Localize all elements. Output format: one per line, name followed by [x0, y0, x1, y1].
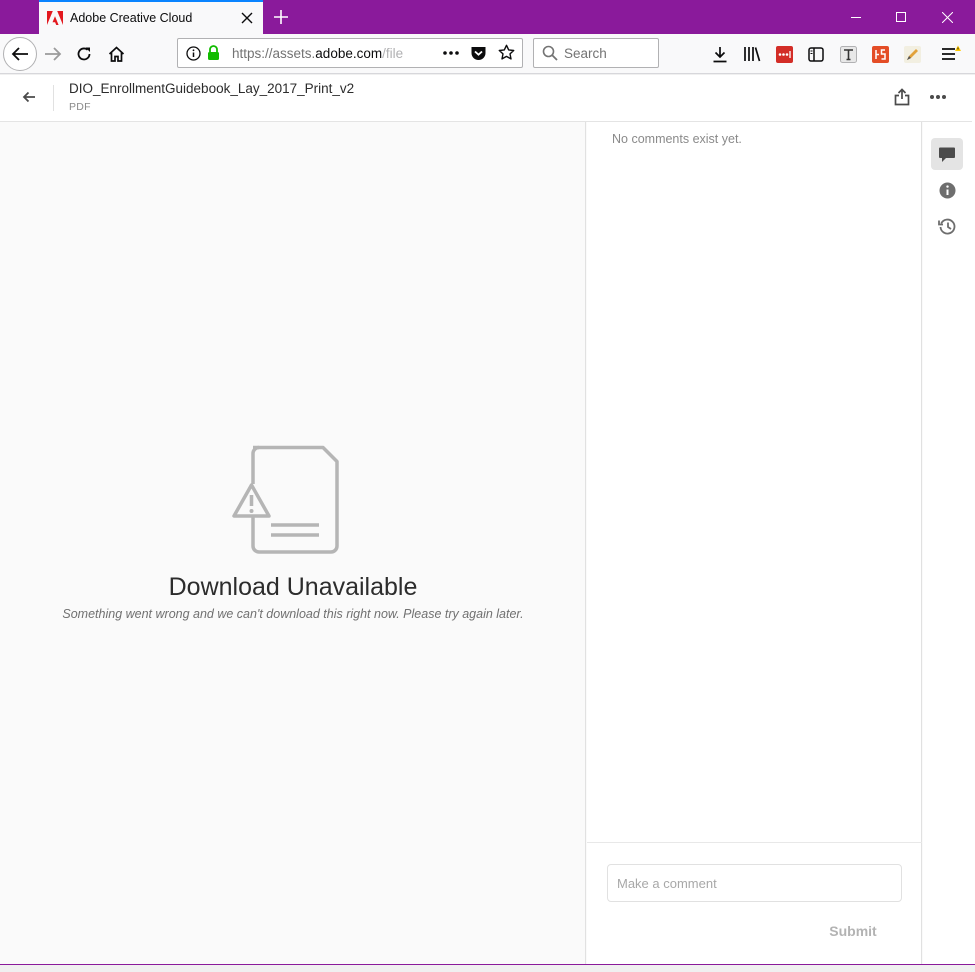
more-icon[interactable] — [924, 83, 952, 111]
plus-icon[interactable] — [268, 4, 294, 30]
nav-bar: https://assets.adobe.com/file — [0, 34, 975, 74]
search-icon — [542, 45, 558, 66]
comments-panel: No comments exist yet. Submit — [587, 122, 922, 964]
menu-icon[interactable] — [935, 38, 967, 70]
bookmark-star-icon[interactable] — [498, 44, 515, 66]
adobe-logo-icon — [47, 10, 63, 26]
forward-arrow-icon[interactable] — [37, 38, 69, 70]
sidebar-icon[interactable] — [800, 38, 832, 70]
empty-comments-text: No comments exist yet. — [612, 132, 742, 146]
search-box[interactable] — [533, 38, 659, 68]
header-divider — [53, 85, 54, 111]
maximize-icon[interactable] — [878, 0, 924, 34]
search-input[interactable] — [564, 44, 654, 62]
file-name: DIO_EnrollmentGuidebook_Lay_2017_Print_v… — [69, 81, 355, 96]
minimize-icon[interactable] — [833, 0, 879, 34]
page-content: DIO_EnrollmentGuidebook_Lay_2017_Print_v… — [0, 75, 972, 964]
side-rail — [923, 122, 972, 964]
url-prefix: https://assets. — [232, 46, 316, 61]
download-icon[interactable] — [704, 38, 736, 70]
url-path: /file — [382, 46, 404, 61]
lock-icon[interactable] — [207, 45, 220, 66]
home-icon[interactable] — [100, 38, 132, 70]
info-icon[interactable] — [931, 174, 963, 206]
page-header: DIO_EnrollmentGuidebook_Lay_2017_Print_v… — [0, 75, 972, 122]
library-icon[interactable] — [736, 38, 768, 70]
browser-window: Adobe Creative Cloud https://assets.adob… — [0, 0, 975, 972]
window-bottom-edge — [0, 964, 975, 972]
info-icon[interactable] — [186, 46, 201, 66]
comment-composer: Submit — [587, 842, 922, 964]
file-warning-icon — [232, 445, 339, 554]
html5-icon[interactable] — [864, 38, 896, 70]
edit-icon[interactable] — [896, 38, 928, 70]
url-text: https://assets.adobe.com/file — [232, 46, 434, 61]
tab-title: Adobe Creative Cloud — [70, 11, 193, 25]
error-message: Something went wrong and we can't downlo… — [62, 607, 524, 621]
file-type-label: PDF — [69, 101, 91, 113]
submit-button[interactable]: Submit — [819, 918, 887, 944]
lastpass-icon[interactable] — [768, 38, 800, 70]
text-icon[interactable] — [832, 38, 864, 70]
back-arrow-icon[interactable] — [14, 84, 44, 110]
browser-tab[interactable]: Adobe Creative Cloud — [39, 0, 263, 34]
history-icon[interactable] — [931, 210, 963, 242]
page-actions-icon[interactable] — [442, 46, 460, 65]
title-bar: Adobe Creative Cloud — [0, 0, 975, 34]
pocket-icon[interactable] — [470, 45, 487, 66]
reload-icon[interactable] — [68, 38, 100, 70]
document-viewer: Download Unavailable Something went wron… — [0, 122, 586, 964]
close-icon[interactable] — [235, 6, 259, 30]
close-icon[interactable] — [924, 0, 970, 34]
comment-input[interactable] — [607, 864, 902, 902]
url-bar[interactable]: https://assets.adobe.com/file — [177, 38, 523, 68]
back-arrow-icon[interactable] — [3, 37, 37, 71]
error-title: Download Unavailable — [168, 573, 418, 601]
comment-icon[interactable] — [931, 138, 963, 170]
url-domain: adobe.com — [315, 46, 383, 61]
share-icon[interactable] — [888, 83, 916, 111]
